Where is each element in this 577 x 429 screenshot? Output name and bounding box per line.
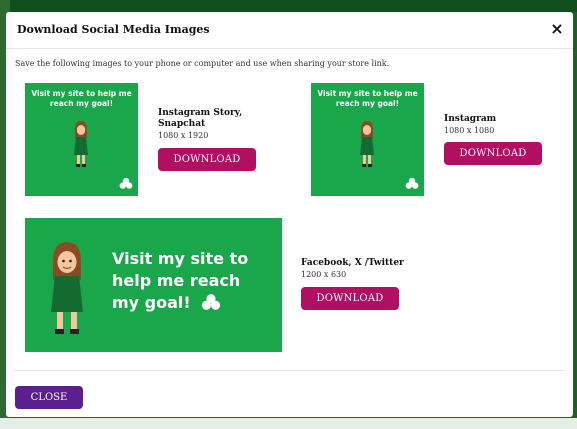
- girl-avatar-icon: [360, 121, 374, 167]
- instagram-story-info: Instagram Story, Snapchat 1080 x 1920: [158, 108, 268, 141]
- banner-caption: Visit my site to help me reach my goal!: [112, 248, 272, 314]
- item-title-line: Instagram Story,: [158, 108, 243, 118]
- download-images-modal: Download Social Media Images × Save the …: [6, 12, 573, 417]
- item-title-line: Facebook, X /Twitter: [301, 258, 404, 268]
- girl-avatar-icon: [51, 242, 83, 334]
- modal-title: Download Social Media Images: [17, 23, 210, 36]
- instagram-info: Instagram 1080 x 1080: [444, 114, 554, 136]
- trefoil-icon: [119, 177, 133, 189]
- download-instagram-story-button[interactable]: DOWNLOAD: [158, 148, 256, 171]
- intro-text: Save the following images to your phone …: [15, 59, 390, 68]
- facebook-x-info: Facebook, X /Twitter 1200 x 630: [301, 258, 431, 280]
- instagram-story-thumbnail: Visit my site to help me reach my goal!: [25, 83, 138, 196]
- modal-header: Download Social Media Images ×: [6, 12, 573, 49]
- backdrop-top: [0, 0, 577, 12]
- trefoil-icon: [405, 177, 419, 189]
- download-instagram-button[interactable]: DOWNLOAD: [444, 142, 542, 165]
- banner-caption-line: my goal!: [112, 293, 191, 312]
- close-icon[interactable]: ×: [550, 21, 564, 37]
- item-size: 1080 x 1080: [444, 126, 495, 135]
- girl-avatar-icon: [74, 121, 88, 167]
- footer-divider: [14, 370, 565, 371]
- close-button[interactable]: CLOSE: [15, 386, 83, 409]
- item-title-line: Instagram: [444, 114, 497, 124]
- download-facebook-x-button[interactable]: DOWNLOAD: [301, 287, 399, 310]
- item-size: 1080 x 1920: [158, 131, 209, 140]
- facebook-x-banner-thumbnail: Visit my site to help me reach my goal!: [25, 218, 282, 352]
- banner-caption-line: help me reach: [112, 271, 241, 290]
- item-title-line: Snapchat: [158, 119, 206, 129]
- thumbnail-caption: Visit my site to help me reach my goal!: [31, 89, 132, 108]
- backdrop-bottom: [0, 418, 577, 429]
- thumbnail-caption: Visit my site to help me reach my goal!: [317, 89, 418, 108]
- instagram-thumbnail: Visit my site to help me reach my goal!: [311, 83, 424, 196]
- item-size: 1200 x 630: [301, 270, 347, 279]
- banner-caption-last-line: my goal!: [112, 292, 272, 314]
- trefoil-icon: [201, 294, 220, 310]
- banner-caption-line: Visit my site to: [112, 249, 249, 268]
